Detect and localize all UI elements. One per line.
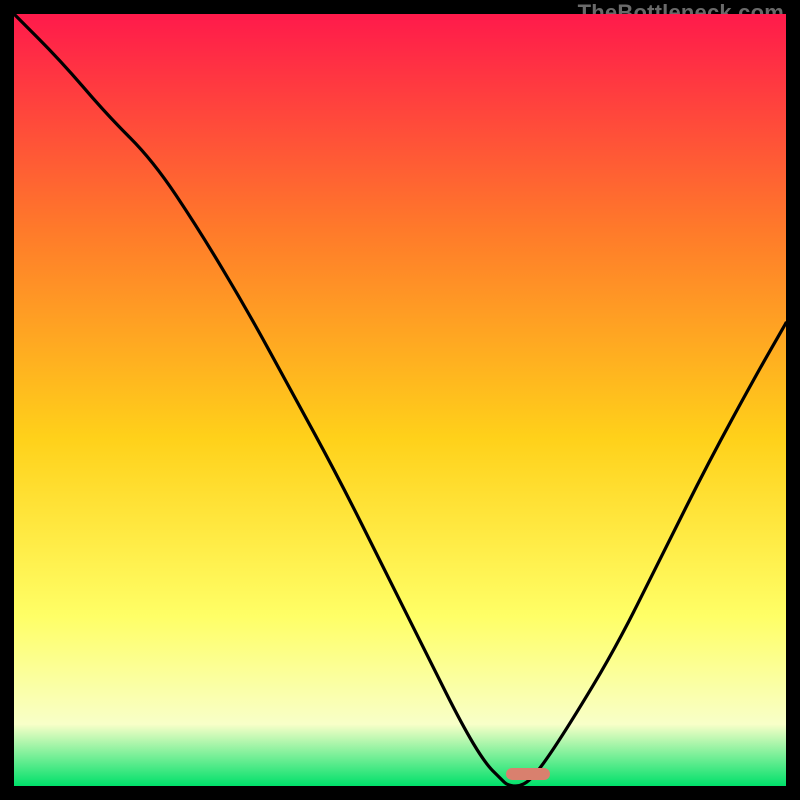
plot-area bbox=[14, 14, 786, 786]
chart-stage: TheBottleneck.com bbox=[0, 0, 800, 800]
bottleneck-curve bbox=[14, 14, 786, 786]
optimum-marker bbox=[506, 768, 550, 780]
